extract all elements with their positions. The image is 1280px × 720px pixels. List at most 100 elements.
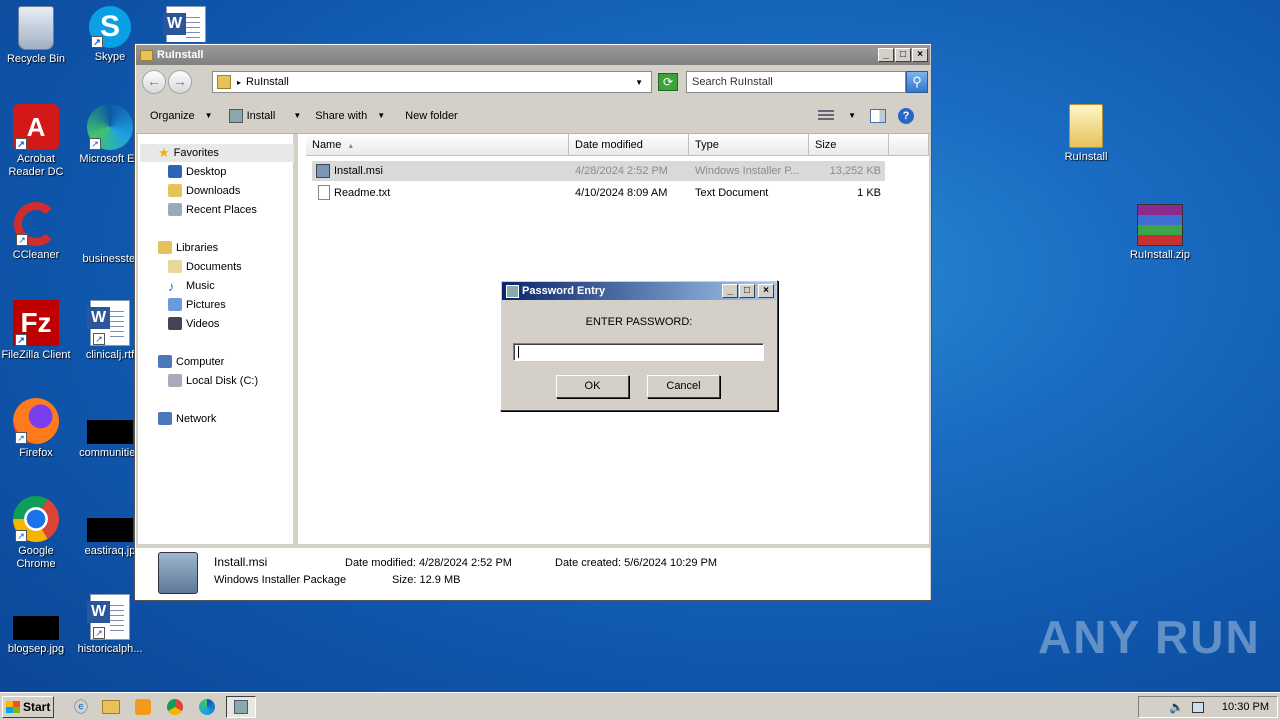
nav-documents[interactable]: Documents [168,260,242,273]
blogsep-icon [13,616,59,640]
chrome-taskbar-icon[interactable] [164,697,186,717]
ok-button[interactable]: OK [556,375,629,398]
maximize-button[interactable]: □ [895,48,911,62]
installer-taskbar-button[interactable] [226,695,256,718]
desktop-icon-firefox[interactable]: ↗ Firefox [0,398,74,460]
desktop-icon-filezilla[interactable]: Fz ↗ FileZilla Client [0,300,74,362]
column-header-empty [889,134,929,156]
file-explorer-icon[interactable] [100,697,122,717]
breadcrumb-arrow-icon[interactable]: ▸ [237,78,241,87]
cancel-button[interactable]: Cancel [647,375,720,398]
file-size: 13,252 KB [829,165,881,177]
desktop-icon-label: Acrobat Reader DC [8,153,64,178]
chevron-down-icon: ▼ [377,111,386,120]
nav-computer[interactable]: Computer [158,355,224,368]
refresh-icon[interactable]: ⟳ [658,73,678,91]
install-button[interactable]: Install ▼ [228,108,301,123]
computer-icon [158,355,172,368]
media-player-icon[interactable] [132,697,154,717]
chevron-down-icon[interactable]: ▼ [848,111,856,120]
details-size: Size: 12.9 MB [392,574,461,586]
column-header-type[interactable]: Type [689,134,809,156]
desktop-icon-acrobat[interactable]: A ↗ Acrobat Reader DC [0,104,74,179]
installer-package-icon [158,552,198,594]
dialog-titlebar[interactable]: Password Entry _ □ × [502,282,776,300]
file-date: 4/28/2024 2:52 PM [575,165,668,177]
desktop-icon-ruinstall-zip[interactable]: RuInstall.zip [1122,204,1198,262]
acrobat-icon: A ↗ [13,104,59,150]
maximize-button[interactable]: □ [739,284,755,298]
nav-local-disk[interactable]: Local Disk (C:) [168,374,258,387]
nav-libraries[interactable]: Libraries [158,241,218,254]
forward-button[interactable]: → [168,70,192,94]
password-dialog[interactable]: Password Entry _ □ × ENTER PASSWORD: OK … [500,280,778,411]
nav-music[interactable]: ♪ Music [168,279,215,294]
installer-icon [506,284,519,298]
explorer-titlebar[interactable]: RuInstall _ □ × [136,45,930,65]
column-header-name[interactable]: Name ▲ [306,134,569,156]
sort-ascending-icon: ▲ [347,143,355,150]
nav-label: Documents [186,260,242,273]
address-bar[interactable]: ▸ RuInstall ▼ [212,71,652,93]
desktop-icon-recycle-bin[interactable]: Recycle Bin [0,6,74,66]
desktop-icon-historicalph[interactable]: ↗ historicalph... [72,594,148,656]
clock[interactable]: 10:30 PM [1222,701,1269,713]
column-header-date[interactable]: Date modified [569,134,689,156]
share-with-button[interactable]: Share with ▼ [315,110,385,122]
nav-desktop[interactable]: Desktop [168,165,226,178]
minimize-button[interactable]: _ [878,48,894,62]
nav-label: Desktop [186,165,227,178]
desktop-icon-chrome[interactable]: ↗ Google Chrome [0,496,74,571]
file-name: Readme.txt [334,187,391,199]
chevron-down-icon[interactable]: ▼ [635,78,643,87]
libraries-icon [158,241,172,254]
internet-explorer-icon[interactable]: ⓔ [70,697,92,717]
column-label: Date modified [575,139,643,151]
address-bar-row: ← → ▸ RuInstall ▼ ⟳ Search RuInstall ⚲ [136,66,930,98]
close-button[interactable]: × [912,48,928,62]
new-folder-label: New folder [405,109,458,122]
volume-icon[interactable]: 🔈 [1169,700,1184,714]
new-folder-button[interactable]: New folder [405,110,458,122]
desktop-icon-ccleaner[interactable]: ↗ CCleaner [0,202,74,262]
column-header-size[interactable]: Size [809,134,889,156]
desktop-icon-word-top[interactable] [148,6,224,42]
music-icon: ♪ [168,279,175,294]
organize-button[interactable]: Organize ▼ [150,110,213,122]
view-options-icon[interactable] [818,109,835,122]
filezilla-icon: Fz ↗ [13,300,59,346]
desktop-icon-blogsep[interactable]: blogsep.jpg [0,594,74,656]
preview-pane-icon[interactable] [870,108,886,123]
search-input[interactable]: Search RuInstall [686,71,906,93]
edge-taskbar-icon[interactable] [196,697,218,717]
file-type: Text Document [695,187,769,199]
start-button[interactable]: Start [2,695,54,718]
search-icon[interactable]: ⚲ [906,71,928,93]
folder-icon [1069,104,1103,148]
desktop-icon-label: Skype [94,51,126,63]
anyrun-watermark: ANY RUN [1038,610,1261,664]
details-filetype: Windows Installer Package [214,574,347,586]
desktop-icon-label: CCleaner [12,249,60,261]
desktop-icon-ruinstall-folder[interactable]: RuInstall [1048,104,1124,164]
nav-label: Local Disk (C:) [186,374,259,387]
password-field[interactable] [513,343,764,361]
close-button[interactable]: × [758,284,774,298]
skype-icon: S ↗ [89,6,131,48]
table-row[interactable]: Readme.txt 4/10/2024 8:09 AM Text Docume… [312,183,885,203]
back-button[interactable]: ← [142,70,166,94]
table-row[interactable]: Install.msi 4/28/2024 2:52 PM Windows In… [312,161,885,181]
nav-downloads[interactable]: Downloads [168,184,240,197]
breadcrumb[interactable]: RuInstall [246,76,289,88]
minimize-button[interactable]: _ [722,284,738,298]
nav-pictures[interactable]: Pictures [168,298,226,311]
nav-videos[interactable]: Videos [168,317,219,330]
chrome-icon: ↗ [13,496,59,542]
downloads-icon [168,184,182,197]
nav-label: Network [176,412,217,425]
nav-network[interactable]: Network [158,412,216,425]
help-icon[interactable]: ? [898,107,914,124]
nav-recent-places[interactable]: Recent Places [168,203,257,216]
network-tray-icon[interactable] [1191,701,1204,713]
nav-favorites[interactable]: ★ Favorites [140,144,294,162]
